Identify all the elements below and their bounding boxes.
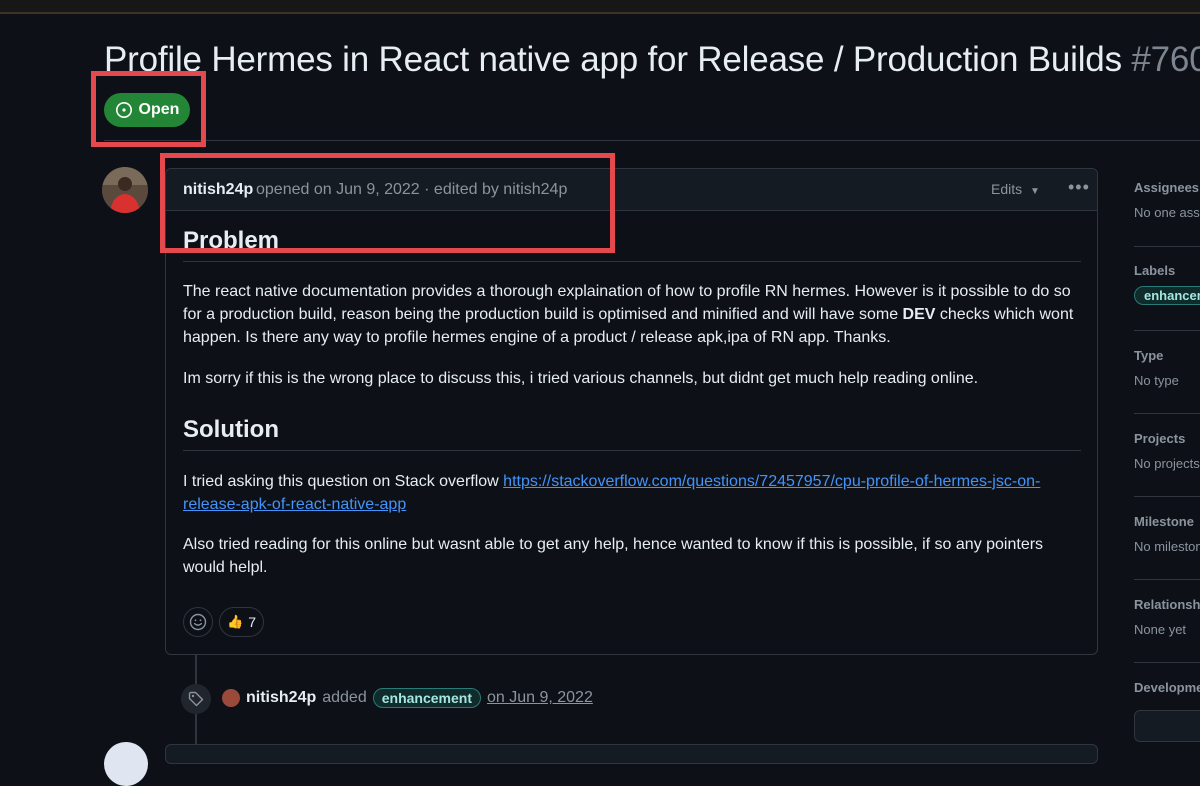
issue-title: Profile Hermes in React native app for R… [104, 40, 1200, 80]
solution-heading: Solution [183, 416, 279, 443]
sidebar-projects[interactable]: Projects No projects [1134, 431, 1200, 471]
sidebar-heading: Milestone [1134, 514, 1194, 529]
sidebar-label-pill[interactable]: enhancement [1134, 286, 1200, 305]
sidebar-divider [1134, 413, 1200, 414]
label-event-badge [181, 684, 211, 714]
sidebar-heading: Labels [1134, 263, 1176, 278]
issue-sidebar: Assignees No one assigned Labels enhance… [1134, 0, 1200, 755]
smiley-icon [189, 613, 207, 631]
event-actor-link[interactable]: nitish24p [246, 689, 316, 707]
top-bar [0, 0, 1200, 14]
problem-paragraph-2: Im sorry if this is the wrong place to d… [183, 370, 979, 387]
dev-bold-text: DEV [902, 306, 936, 323]
sidebar-milestone[interactable]: Milestone No milestone [1134, 514, 1200, 554]
status-badge: Open [104, 93, 190, 127]
sidebar-type[interactable]: Type No type [1134, 348, 1200, 388]
actor-avatar[interactable] [222, 689, 240, 707]
sidebar-relationships[interactable]: Relationships None yet [1134, 597, 1200, 637]
tag-icon [188, 691, 204, 707]
reaction-count: 7 [248, 614, 256, 630]
sidebar-assignees[interactable]: Assignees No one assigned [1134, 180, 1200, 220]
sidebar-heading: Assignees [1134, 180, 1200, 195]
sidebar-heading: Type [1134, 348, 1164, 363]
edits-dropdown[interactable]: Edits ▼ [991, 181, 1040, 197]
thumbs-up-icon: 👍 [227, 614, 244, 629]
sidebar-heading: Relationships [1134, 597, 1200, 612]
sidebar-development: Development [1134, 680, 1200, 695]
chevron-down-icon: ▼ [1030, 186, 1040, 197]
create-branch-button[interactable] [1134, 710, 1200, 742]
sidebar-value: No milestone [1134, 539, 1200, 554]
problem-paragraph-1: The react native documentation provides … [183, 280, 1081, 349]
next-comment-box [165, 744, 1098, 764]
solution-text: I tried asking this question on Stack ov… [183, 473, 504, 490]
event-action: added [322, 689, 367, 706]
issue-comment: nitish24p opened on Jun 9, 2022 · edited… [165, 168, 1098, 655]
comment-body: Problem The react native documentation p… [183, 227, 1081, 579]
comment-meta[interactable]: opened on Jun 9, 2022 · edited by nitish… [256, 181, 567, 199]
solution-paragraph-1: I tried asking this question on Stack ov… [183, 470, 1081, 516]
author-avatar[interactable] [102, 167, 148, 213]
sidebar-divider [1134, 579, 1200, 580]
sidebar-heading: Development [1134, 680, 1200, 695]
avatar-photo [102, 167, 148, 213]
sidebar-value: No one assigned [1134, 205, 1200, 220]
add-reaction-button[interactable] [183, 607, 213, 637]
heading-divider [183, 261, 1081, 262]
reactions-bar: 👍 7 [183, 607, 264, 637]
solution-paragraph-2: Also tried reading for this online but w… [183, 536, 1044, 576]
sidebar-labels[interactable]: Labels enhancement [1134, 263, 1200, 305]
next-comment-avatar[interactable] [104, 742, 148, 786]
sidebar-divider [1134, 496, 1200, 497]
header-divider [104, 140, 1200, 141]
issue-title-text: Profile Hermes in React native app for R… [104, 40, 1122, 79]
issue-open-icon [115, 102, 132, 118]
comment-header: nitish24p opened on Jun 9, 2022 · edited… [166, 169, 1097, 211]
sidebar-value: No projects [1134, 456, 1200, 471]
timeline-event: nitish24p added enhancement on Jun 9, 20… [222, 688, 593, 708]
sidebar-divider [1134, 246, 1200, 247]
sidebar-value: No type [1134, 373, 1179, 388]
more-options-icon[interactable]: ••• [1068, 177, 1090, 198]
thumbs-up-reaction-button[interactable]: 👍 7 [219, 607, 264, 637]
enhancement-label[interactable]: enhancement [372, 688, 481, 708]
status-badge-label: Open [138, 101, 180, 118]
sidebar-heading: Projects [1134, 431, 1186, 446]
edits-label: Edits [991, 181, 1023, 197]
sidebar-divider [1134, 662, 1200, 663]
heading-divider [183, 450, 1081, 451]
sidebar-divider [1134, 330, 1200, 331]
event-date-link[interactable]: on Jun 9, 2022 [487, 689, 593, 707]
problem-heading: Problem [183, 227, 280, 254]
sidebar-value: None yet [1134, 622, 1187, 637]
comment-author-link[interactable]: nitish24p [183, 181, 253, 199]
